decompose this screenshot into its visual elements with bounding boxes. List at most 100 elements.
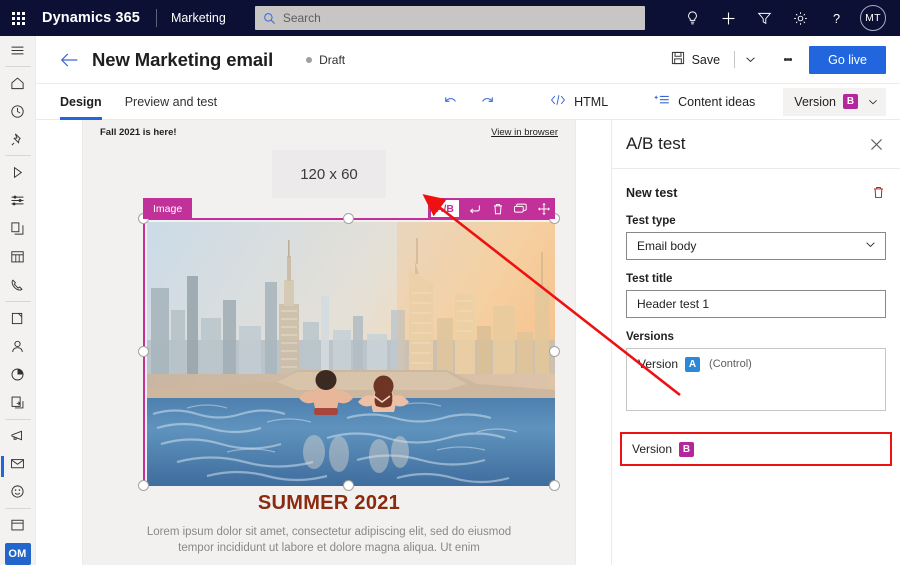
test-title-label: Test title: [626, 273, 673, 285]
left-navigation-rail: OM: [0, 36, 36, 565]
panel-header: A/B test: [612, 120, 900, 169]
email-heading[interactable]: SUMMER 2021: [83, 492, 575, 515]
image-block[interactable]: Image A/B: [138, 198, 560, 491]
rail-separator: [4, 155, 31, 157]
form-icon[interactable]: [0, 304, 36, 332]
status-dot-icon: [306, 56, 313, 63]
delete-icon[interactable]: [871, 185, 886, 200]
tab-design[interactable]: Design: [60, 84, 102, 120]
hamburger-icon[interactable]: [0, 36, 36, 64]
version-a-label: Version: [638, 357, 679, 371]
environment-badge[interactable]: OM: [4, 542, 31, 565]
chevron-down-icon[interactable]: [864, 238, 877, 254]
version-selector[interactable]: Version B: [783, 87, 886, 116]
panel-title: A/B test: [626, 134, 686, 153]
segments-icon[interactable]: [0, 187, 36, 215]
command-divider: [734, 51, 736, 68]
save-icon: [671, 51, 685, 68]
brand-title: Dynamics 365: [42, 10, 140, 26]
test-type-select[interactable]: Email body: [626, 232, 886, 260]
documents-icon[interactable]: [0, 215, 36, 243]
logo-placeholder[interactable]: 120 x 60: [272, 150, 386, 198]
svg-text:?: ?: [832, 11, 839, 26]
version-b-row-wrapper: Version B: [620, 432, 892, 466]
close-icon[interactable]: [869, 137, 884, 152]
test-title-input[interactable]: Header test 1: [626, 290, 886, 318]
move-icon[interactable]: [532, 198, 555, 219]
rooftop-pool-photo: [147, 222, 555, 486]
ab-test-button[interactable]: A/B: [430, 200, 459, 217]
rail-separator: [4, 301, 31, 302]
version-selector-label: Version: [794, 94, 836, 109]
undo-arrow-icon[interactable]: [463, 198, 486, 219]
image-block-label[interactable]: Image: [143, 198, 193, 219]
canvas-right-edge: [575, 120, 576, 565]
resize-handle-bottom-center[interactable]: [343, 480, 354, 491]
pin-icon[interactable]: [0, 125, 36, 153]
view-in-browser-link[interactable]: View in browser: [491, 127, 558, 138]
person-icon[interactable]: [0, 332, 36, 360]
search-input[interactable]: Search: [254, 6, 645, 30]
smiley-icon[interactable]: [0, 478, 36, 506]
go-live-button[interactable]: Go live: [809, 45, 886, 74]
lightbulb-icon[interactable]: [674, 0, 710, 36]
filter-icon[interactable]: [746, 0, 782, 36]
save-options-chevron-down-icon[interactable]: [739, 47, 761, 73]
redo-icon[interactable]: [473, 89, 502, 114]
help-icon[interactable]: ?: [818, 0, 854, 36]
megaphone-icon[interactable]: [0, 421, 36, 449]
more-commands-icon[interactable]: [775, 47, 801, 73]
save-button[interactable]: Save: [666, 47, 726, 72]
rail-separator: [4, 418, 31, 420]
version-b-row[interactable]: Version B: [620, 432, 892, 466]
email-body-text[interactable]: Lorem ipsum dolor sit amet, consectetur …: [137, 525, 521, 556]
plus-icon[interactable]: [710, 0, 746, 36]
app-launcher-icon[interactable]: [0, 0, 36, 36]
hero-image[interactable]: [147, 222, 555, 486]
version-a-row[interactable]: Version A (Control): [627, 349, 885, 379]
document-arrow-icon[interactable]: [0, 388, 36, 416]
test-type-value: Email body: [637, 239, 697, 253]
status-badge: Draft: [306, 53, 345, 67]
avatar[interactable]: MT: [860, 5, 886, 31]
phone-icon[interactable]: [0, 271, 36, 299]
back-arrow-icon[interactable]: [60, 52, 79, 68]
gear-icon[interactable]: [782, 0, 818, 36]
test-header-row: New test: [626, 185, 886, 200]
resize-handle-middle-right[interactable]: [549, 346, 560, 357]
calendar2-icon[interactable]: [0, 511, 36, 539]
delete-icon[interactable]: [486, 198, 509, 219]
email-page: Fall 2021 is here! View in browser 120 x…: [83, 120, 575, 565]
version-b-label: Version: [632, 442, 673, 456]
html-button[interactable]: HTML: [544, 89, 614, 114]
panel-body: New test Test type Email body Test title…: [612, 169, 900, 466]
pie-chart-icon[interactable]: [0, 360, 36, 388]
content-ideas-icon: [654, 93, 670, 110]
content-ideas-button[interactable]: Content ideas: [648, 89, 761, 114]
resize-handle-bottom-left[interactable]: [138, 480, 149, 491]
undo-icon[interactable]: [436, 89, 465, 114]
ab-test-panel: A/B test New test Test type Email body T…: [611, 120, 900, 565]
calendar-icon[interactable]: [0, 243, 36, 271]
content-ideas-label: Content ideas: [678, 94, 756, 109]
html-label: HTML: [574, 94, 609, 109]
clock-icon[interactable]: [0, 97, 36, 125]
home-icon[interactable]: [0, 69, 36, 97]
tab-preview-and-test[interactable]: Preview and test: [125, 84, 217, 120]
resize-handle-top-center[interactable]: [343, 213, 354, 224]
resize-handle-middle-left[interactable]: [138, 346, 149, 357]
page-title: New Marketing email: [92, 48, 274, 70]
play-icon[interactable]: [0, 158, 36, 186]
block-toolbar: A/B: [427, 198, 555, 219]
email-design-canvas[interactable]: Fall 2021 is here! View in browser 120 x…: [36, 120, 611, 565]
sidebar-item-marketing-emails[interactable]: [0, 450, 36, 478]
versions-list: Version A (Control): [626, 348, 886, 411]
code-icon: [550, 93, 566, 110]
resize-handle-bottom-right[interactable]: [549, 480, 560, 491]
rail-separator: [4, 66, 31, 68]
image-selection-frame[interactable]: [143, 218, 555, 486]
rail-separator: [4, 507, 31, 509]
version-a-note: (Control): [709, 358, 752, 370]
duplicate-icon[interactable]: [509, 198, 532, 219]
version-chevron-down-icon[interactable]: [867, 96, 879, 108]
